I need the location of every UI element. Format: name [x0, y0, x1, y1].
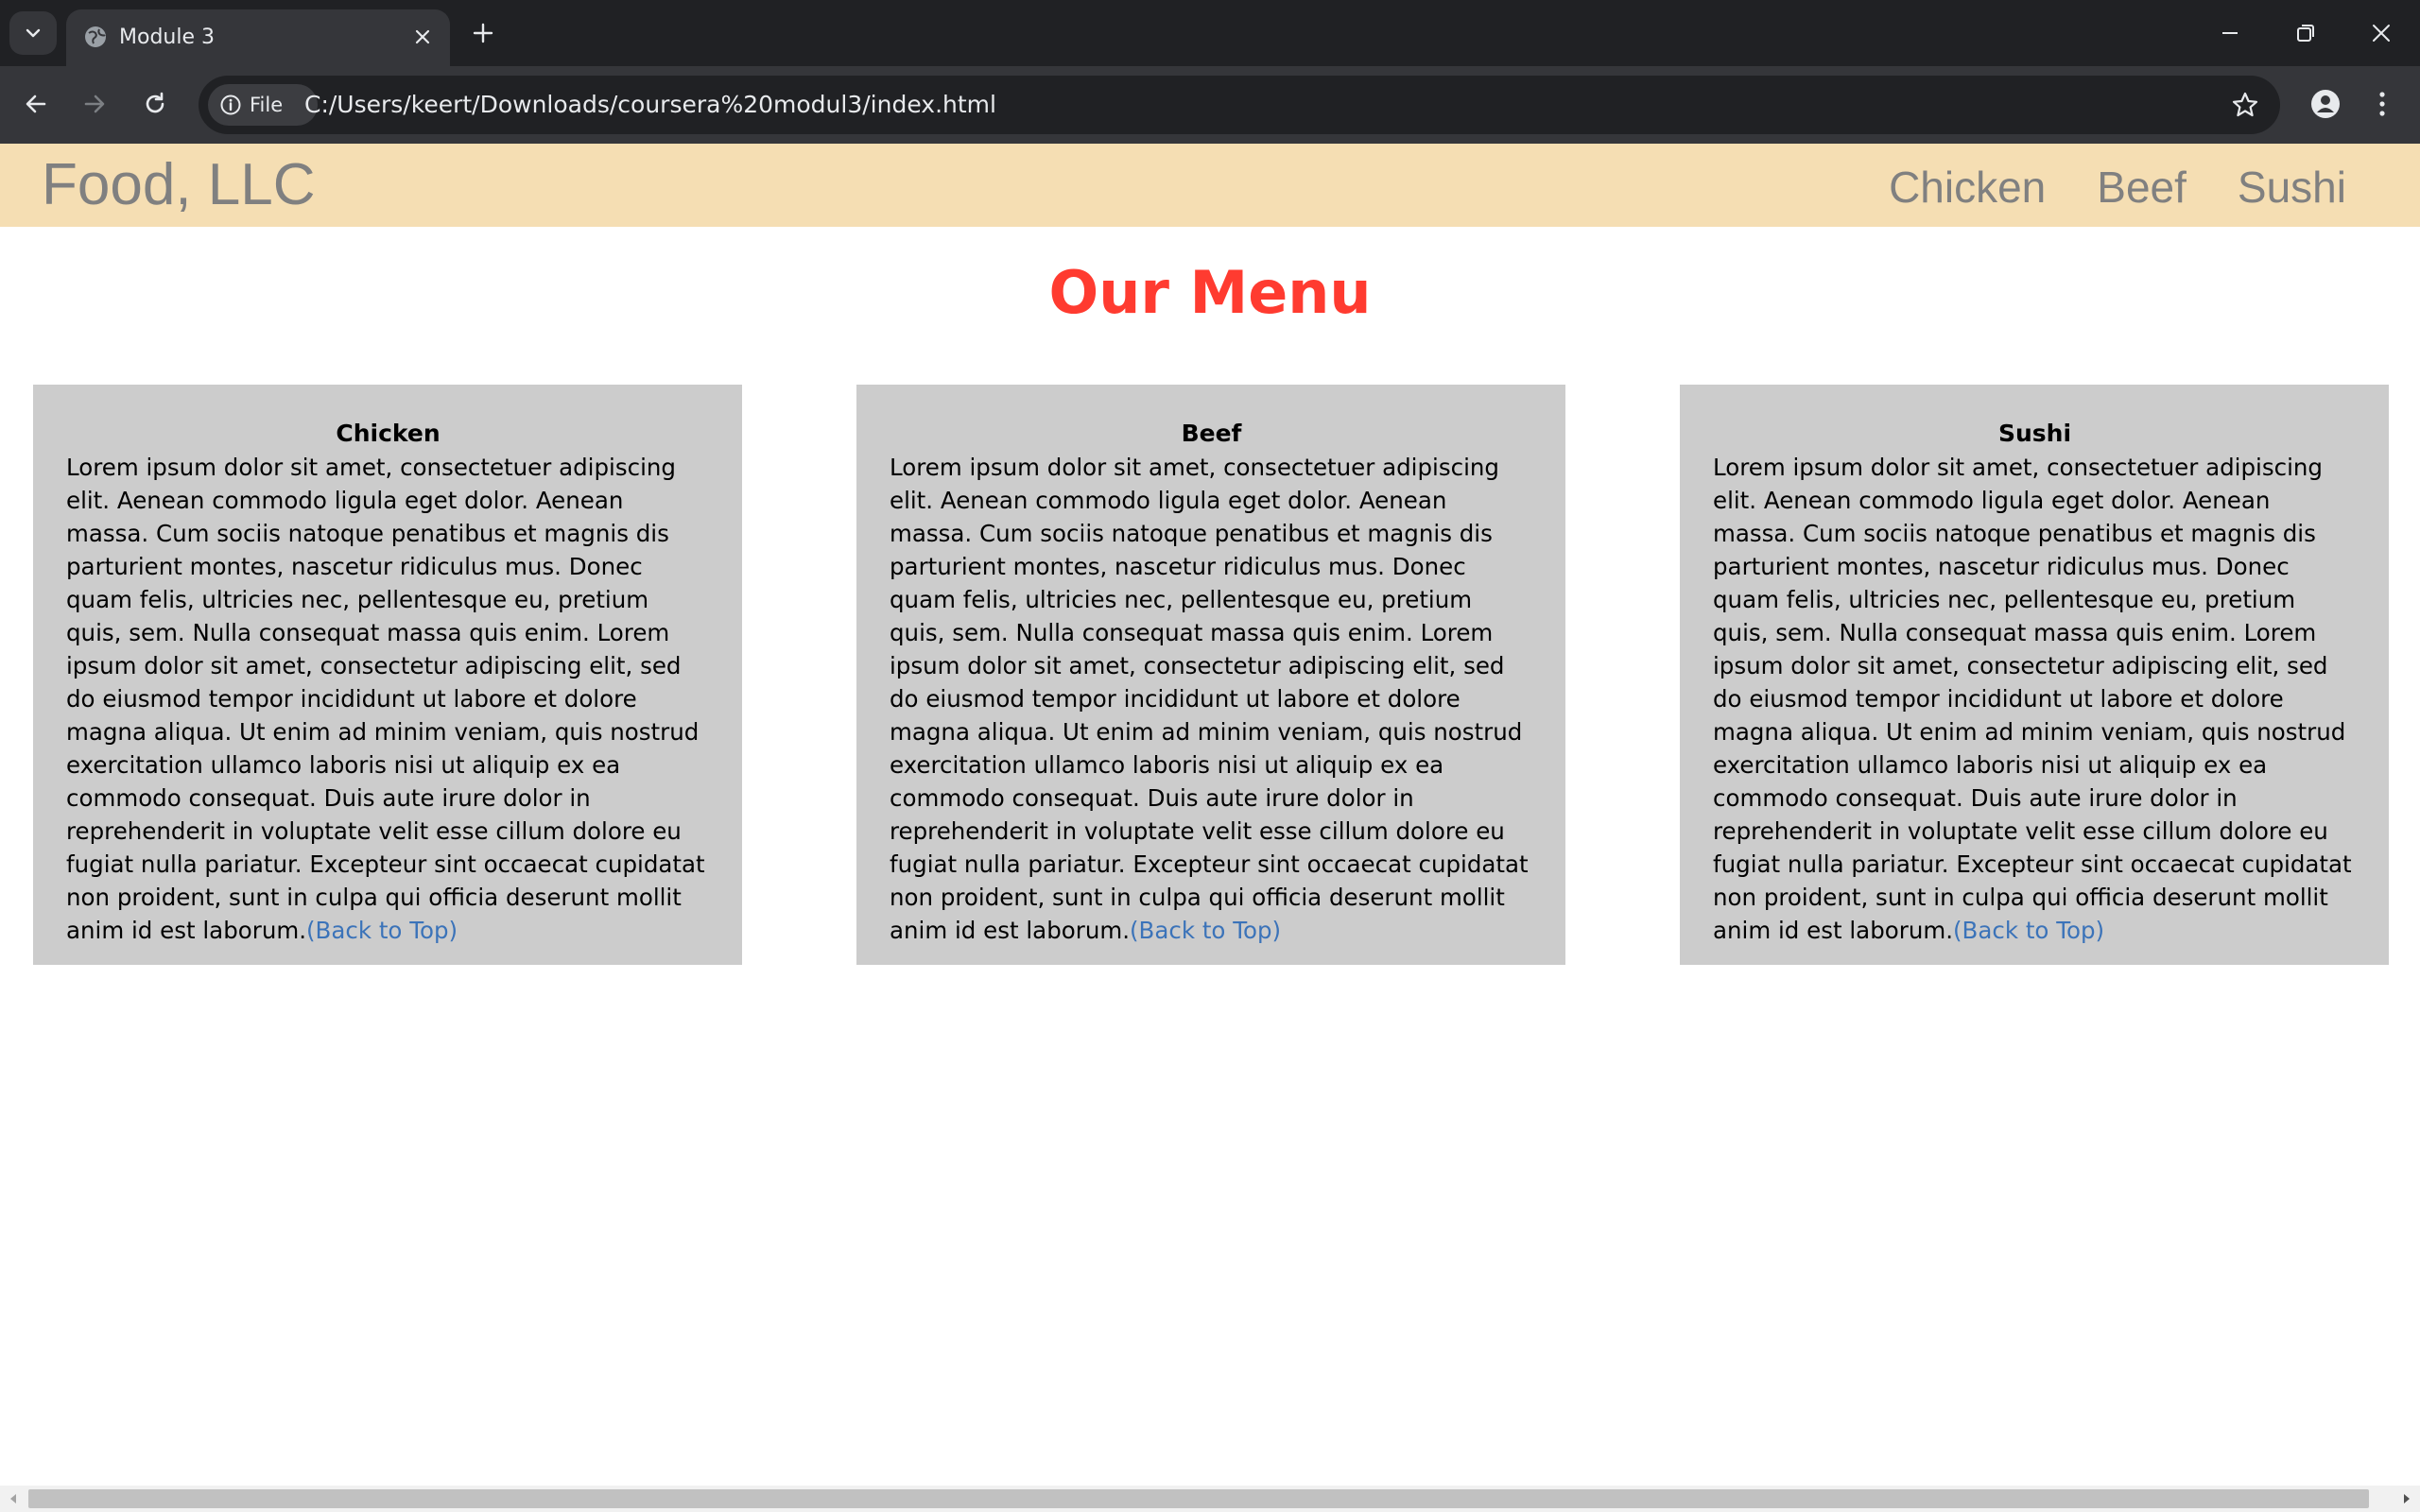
reload-button[interactable]	[132, 81, 178, 127]
section-text: Lorem ipsum dolor sit amet, consectetuer…	[1713, 451, 2357, 947]
brand-name: Food, LLC	[42, 152, 316, 217]
forward-button[interactable]	[72, 81, 117, 127]
scroll-left-button[interactable]	[0, 1486, 26, 1512]
restore-icon	[2297, 25, 2314, 42]
info-icon	[220, 94, 241, 115]
section-text: Lorem ipsum dolor sit amet, consectetuer…	[890, 451, 1533, 947]
back-to-top-link[interactable]: (Back to Top)	[306, 917, 458, 944]
triangle-right-icon	[2404, 1494, 2410, 1503]
section-paragraph: Lorem ipsum dolor sit amet, consectetuer…	[66, 454, 705, 944]
scroll-right-button[interactable]	[2394, 1486, 2420, 1512]
back-to-top-link[interactable]: (Back to Top)	[1953, 917, 2104, 944]
browser-tab-strip: Module 3	[0, 0, 2420, 66]
nav-link-beef[interactable]: Beef	[2097, 157, 2187, 217]
arrow-right-icon	[84, 94, 105, 113]
arrow-left-icon	[26, 94, 46, 113]
tab-title: Module 3	[119, 26, 215, 49]
chevron-down-icon	[26, 28, 41, 38]
triangle-left-icon	[10, 1494, 16, 1503]
reload-icon	[146, 92, 164, 113]
star-icon	[2232, 92, 2258, 117]
person-icon	[2311, 90, 2340, 118]
site-info-chip[interactable]: File	[208, 84, 318, 126]
menu-section-sushi: Sushi Lorem ipsum dolor sit amet, consec…	[1680, 385, 2389, 965]
address-bar[interactable]: File C:/Users/keert/Downloads/coursera%2…	[199, 76, 2280, 134]
close-icon	[2373, 25, 2390, 42]
tab-search-button[interactable]	[9, 11, 57, 55]
minimize-button[interactable]	[2199, 9, 2261, 57]
section-title: Beef	[1181, 420, 1242, 447]
nav-link-chicken[interactable]: Chicken	[1889, 157, 2046, 217]
section-title: Chicken	[336, 420, 441, 447]
plus-icon	[473, 23, 493, 43]
browser-toolbar: File C:/Users/keert/Downloads/coursera%2…	[0, 66, 2420, 144]
new-tab-button[interactable]	[465, 15, 501, 51]
url-text[interactable]: C:/Users/keert/Downloads/coursera%20modu…	[304, 89, 996, 121]
section-paragraph: Lorem ipsum dolor sit amet, consectetuer…	[1713, 454, 2352, 944]
section-text: Lorem ipsum dolor sit amet, consectetuer…	[66, 451, 710, 947]
section-paragraph: Lorem ipsum dolor sit amet, consectetuer…	[890, 454, 1529, 944]
page-title: Our Menu	[1048, 258, 1372, 327]
site-chip-label: File	[250, 94, 284, 116]
site-header: Food, LLC Chicken Beef Sushi	[0, 144, 2420, 227]
page-viewport: Food, LLC Chicken Beef Sushi Our Menu Ch…	[0, 144, 2420, 1486]
scrollbar-thumb[interactable]	[28, 1489, 2369, 1508]
bookmark-button[interactable]	[2229, 89, 2261, 121]
horizontal-scrollbar[interactable]	[0, 1486, 2420, 1512]
section-title: Sushi	[1997, 420, 2072, 447]
profile-button[interactable]	[2303, 81, 2348, 127]
restore-button[interactable]	[2274, 9, 2337, 57]
browser-menu-button[interactable]	[2360, 81, 2405, 127]
menu-section-beef: Beef Lorem ipsum dolor sit amet, consect…	[856, 385, 1565, 965]
more-vertical-icon	[2379, 92, 2385, 116]
nav-link-sushi[interactable]: Sushi	[2238, 157, 2346, 217]
site-nav: Chicken Beef Sushi	[1889, 157, 2346, 217]
menu-section-chicken: Chicken Lorem ipsum dolor sit amet, cons…	[33, 385, 742, 965]
browser-tab-active[interactable]: Module 3	[66, 9, 450, 66]
close-icon	[415, 29, 430, 44]
tab-close-button[interactable]	[408, 23, 437, 51]
minimize-icon	[2222, 32, 2238, 34]
back-to-top-link[interactable]: (Back to Top)	[1130, 917, 1281, 944]
back-button[interactable]	[13, 81, 59, 127]
globe-icon	[85, 26, 106, 47]
close-window-button[interactable]	[2350, 9, 2412, 57]
